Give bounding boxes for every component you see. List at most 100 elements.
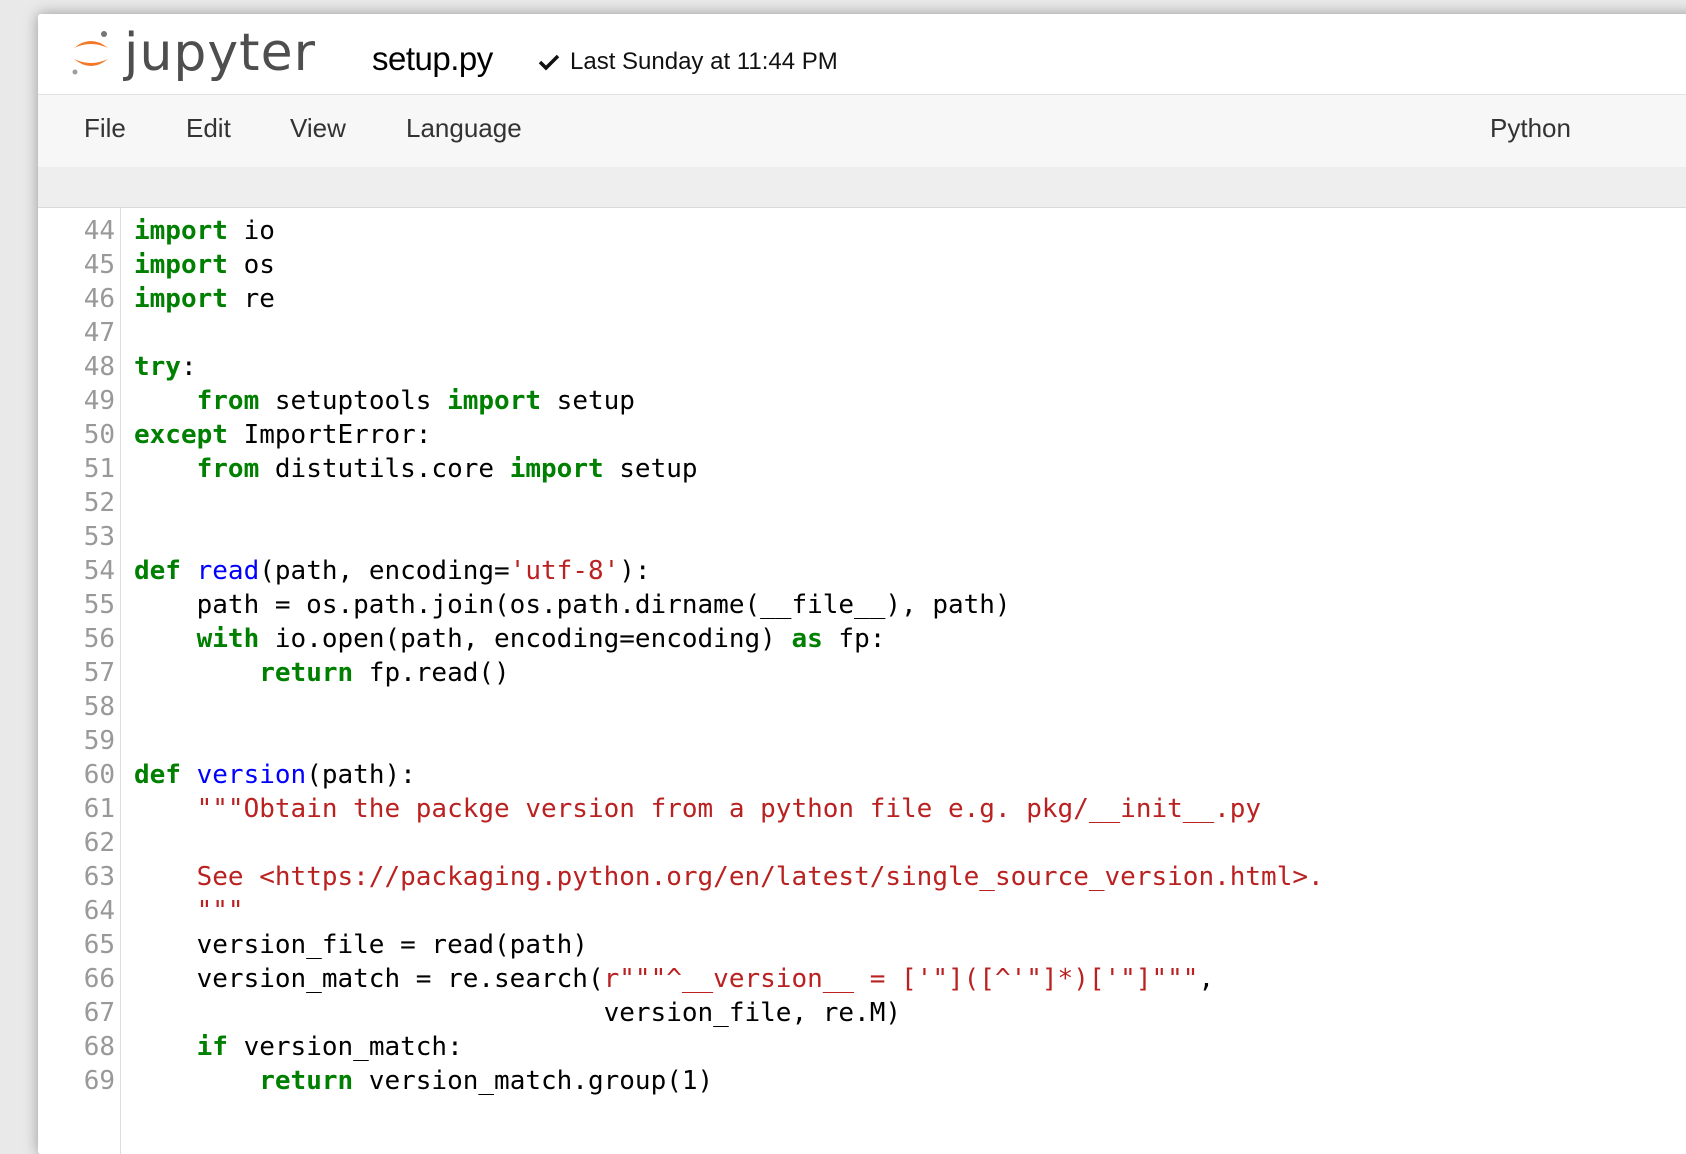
code-token: version_file = read(path) [134,930,588,960]
menu-file[interactable]: File [84,113,126,144]
notebook-name[interactable]: setup.py [372,40,493,78]
code-line[interactable]: 68 if version_match: [38,1030,1686,1064]
jupyter-logo[interactable]: jupyter [70,18,316,88]
code-token: read [196,556,260,586]
menu-language[interactable]: Language [406,113,522,144]
code-line[interactable]: 66 version_match = re.search(r"""^__vers… [38,962,1686,996]
code-token: import [134,216,228,246]
code-token: ): [619,556,651,586]
code-line[interactable]: 52 [38,486,1686,520]
code-text: import io [134,214,275,248]
code-line[interactable]: 45 import os [38,248,1686,282]
code-token: setuptools [259,386,448,416]
code-token: import [447,386,542,416]
code-line[interactable]: 65 version_file = read(path) [38,928,1686,962]
code-token: """Obtain the packge version from a pyth… [196,794,1262,824]
code-token: from [196,454,260,484]
code-line[interactable]: 58 [38,690,1686,724]
code-line[interactable]: 61 """Obtain the packge version from a p… [38,792,1686,826]
code-token: fp: [822,624,886,654]
code-line[interactable]: 50 except ImportError: [38,418,1686,452]
code-line[interactable]: 59 [38,724,1686,758]
checkpoint-status: Last Sunday at 11:44 PM [538,48,838,76]
code-token: setup [603,454,698,484]
code-token: from [196,386,260,416]
line-number: 61 [83,794,115,824]
menu-edit[interactable]: Edit [186,113,231,144]
code-text: version_match = re.search(r"""^__version… [134,962,1214,996]
code-line[interactable]: 49 from setuptools import setup [38,384,1686,418]
line-number: 68 [83,1032,115,1062]
code-token: 'utf-8' [509,556,620,586]
code-token: as [791,624,823,654]
code-line[interactable]: 62 [38,826,1686,860]
code-line[interactable]: 54 def read(path, encoding='utf-8'): [38,554,1686,588]
code-token: , [1198,964,1215,994]
code-text: """Obtain the packge version from a pyth… [134,792,1261,826]
editor-mode-label: Python [1490,113,1571,143]
code-token: except [134,420,228,450]
code-line[interactable]: 47 [38,316,1686,350]
code-line[interactable]: 53 [38,520,1686,554]
checkmark-icon [538,54,560,71]
code-token: import [509,454,604,484]
line-number: 48 [83,352,115,382]
code-line[interactable]: 63 See <https://packaging.python.org/en/… [38,860,1686,894]
code-token: version_match: [227,1032,463,1062]
code-line[interactable]: 69 return version_match.group(1) [38,1064,1686,1098]
code-line[interactable]: 64 """ [38,894,1686,928]
line-number: 64 [83,896,115,926]
code-token: return [259,1066,354,1096]
code-line[interactable]: 57 return fp.read() [38,656,1686,690]
code-token: r"""^__version__ = ['"]([^'"]*)['"]""" [603,964,1199,994]
code-line[interactable]: 44 import io [38,214,1686,248]
line-number: 63 [83,862,115,892]
code-token: def [134,760,181,790]
logo-text: jupyter [124,23,316,83]
code-line[interactable]: 51 from distutils.core import setup [38,452,1686,486]
code-line[interactable]: 48 try: [38,350,1686,384]
line-number: 52 [83,488,115,518]
line-number: 62 [83,828,115,858]
line-number: 56 [83,624,115,654]
menu-view[interactable]: View [290,113,346,144]
code-token: fp.read() [353,658,510,688]
code-text: def read(path, encoding='utf-8'): [134,554,651,588]
code-line[interactable]: 55 path = os.path.join(os.path.dirname(_… [38,588,1686,622]
line-number: 69 [83,1066,115,1096]
line-number: 50 [83,420,115,450]
code-text: version_file = read(path) [134,928,588,962]
line-number: 55 [83,590,115,620]
code-token: version [196,760,307,790]
code-line[interactable]: 67 version_file, re.M) [38,996,1686,1030]
line-number: 65 [83,930,115,960]
code-text: See <https://packaging.python.org/en/lat… [134,860,1324,894]
code-text: return fp.read() [134,656,510,690]
code-token: path = os.path.join(os.path.dirname(__fi… [134,590,1011,620]
code-token: io.open(path, encoding=encoding) [259,624,792,654]
code-token: ImportError: [227,420,432,450]
code-text: version_file, re.M) [134,996,901,1030]
code-token: (path, encoding= [259,556,510,586]
code-text: path = os.path.join(os.path.dirname(__fi… [134,588,1011,622]
code-text: from distutils.core import setup [134,452,698,486]
line-number: 58 [83,692,115,722]
code-line[interactable]: 60 def version(path): [38,758,1686,792]
code-editor[interactable]: 44 import io 45 import os 46 import re 47 48 try… [38,207,1686,1154]
line-number: 47 [83,318,115,348]
code-token: version_match = re.search( [134,964,604,994]
code-line[interactable]: 46 import re [38,282,1686,316]
header: jupyter setup.py Last Sunday at 11:44 PM [38,14,1686,94]
jupyter-logo-icon [72,31,108,75]
code-token: if [196,1032,228,1062]
code-token: os [227,250,275,280]
line-number: 46 [83,284,115,314]
code-line[interactable]: 56 with io.open(path, encoding=encoding)… [38,622,1686,656]
